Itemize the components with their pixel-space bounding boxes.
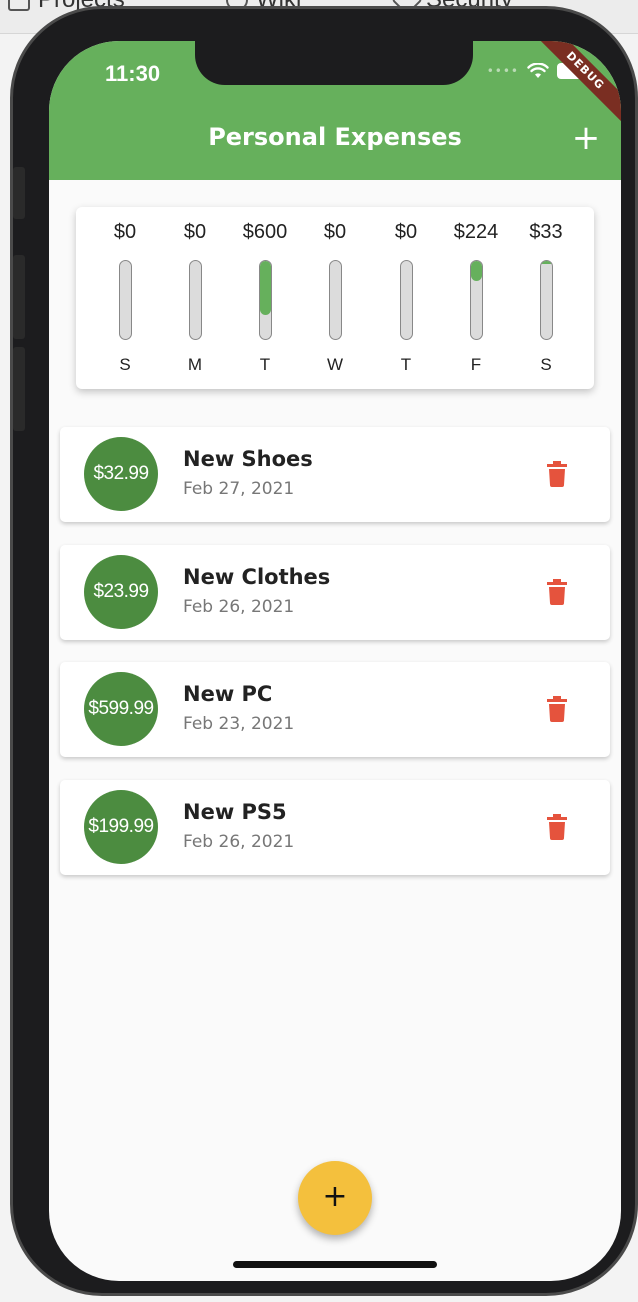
projects-icon [8,0,30,11]
transaction-card: $199.99 New PS5 Feb 26, 2021 [60,780,610,875]
delete-transaction-button[interactable] [547,814,567,840]
chart-bar: $224 F [446,207,506,389]
home-indicator [233,1261,437,1268]
transaction-date: Feb 26, 2021 [183,832,295,852]
phone-frame: 11:30 •••• DEBUG Personal Expenses + $0 S… [10,6,638,1296]
chart-bar: $0 M [165,207,225,389]
chart-bar: $0 W [305,207,365,389]
transaction-date: Feb 27, 2021 [183,479,295,499]
chart-bar-track [119,260,132,340]
plus-icon: + [571,118,601,158]
transaction-amount: $32.99 [84,437,158,511]
chart-bar-day: T [400,355,412,374]
chart-bar-amount: $600 [242,221,288,243]
chart-bar-fill [541,261,552,265]
page-title: Personal Expenses [208,123,462,151]
chart-bar-amount: $0 [323,221,347,243]
mute-switch [13,167,25,219]
trash-icon [547,696,567,722]
delete-transaction-button[interactable] [547,696,567,722]
transaction-card: $32.99 New Shoes Feb 27, 2021 [60,427,610,522]
chart-bar-day: M [187,355,203,374]
transaction-amount: $199.99 [84,790,158,864]
chart-bar-track [259,260,272,340]
chart-bar-day: W [326,355,344,374]
chart-bar: $0 T [376,207,436,389]
add-transaction-button[interactable]: + [569,121,603,157]
transaction-title: New Shoes [183,447,313,471]
add-fab[interactable]: + [298,1161,372,1235]
chart-bar-track [470,260,483,340]
wifi-icon [527,63,549,78]
trash-icon [547,461,567,487]
chart-bar-amount: $0 [113,221,137,243]
chart-bar-day: S [119,355,131,374]
status-time: 11:30 [105,61,161,86]
chart-bar-track [400,260,413,340]
chart-bar-day: F [470,355,482,374]
chart-bar-amount: $224 [453,221,499,243]
weekly-chart: $0 S $0 M $600 T $0 W $0 T $224 F $33 S [76,207,594,389]
chart-bar-fill [260,261,271,315]
chart-bar-track [189,260,202,340]
chart-bar-day: S [540,355,552,374]
transaction-title: New PS5 [183,800,287,824]
volume-down-button [13,347,25,431]
chart-bar-track [540,260,553,340]
trash-icon [547,814,567,840]
app-bar: 11:30 •••• DEBUG Personal Expenses + [49,41,621,180]
chart-bar-day: T [259,355,271,374]
trash-icon [547,579,567,605]
chart-bar-amount: $33 [529,221,563,243]
transaction-card: $599.99 New PC Feb 23, 2021 [60,662,610,757]
transaction-amount: $23.99 [84,555,158,629]
app-screen: 11:30 •••• DEBUG Personal Expenses + $0 S… [49,41,621,1281]
chart-bar-track [329,260,342,340]
chart-bar: $0 S [95,207,155,389]
delete-transaction-button[interactable] [547,461,567,487]
plus-icon: + [322,1179,348,1214]
transaction-title: New Clothes [183,565,331,589]
delete-transaction-button[interactable] [547,579,567,605]
transaction-date: Feb 23, 2021 [183,714,295,734]
transaction-title: New PC [183,682,273,706]
chart-bar-amount: $0 [183,221,207,243]
signal-icon: •••• [486,64,519,78]
transaction-card: $23.99 New Clothes Feb 26, 2021 [60,545,610,640]
volume-up-button [13,255,25,339]
notch [195,41,473,85]
chart-bar: $600 T [235,207,295,389]
chart-bar-fill [471,261,482,282]
debug-banner: DEBUG [528,41,621,128]
chart-bar: $33 S [516,207,576,389]
transaction-date: Feb 26, 2021 [183,597,295,617]
chart-bar-amount: $0 [394,221,418,243]
transaction-amount: $599.99 [84,672,158,746]
